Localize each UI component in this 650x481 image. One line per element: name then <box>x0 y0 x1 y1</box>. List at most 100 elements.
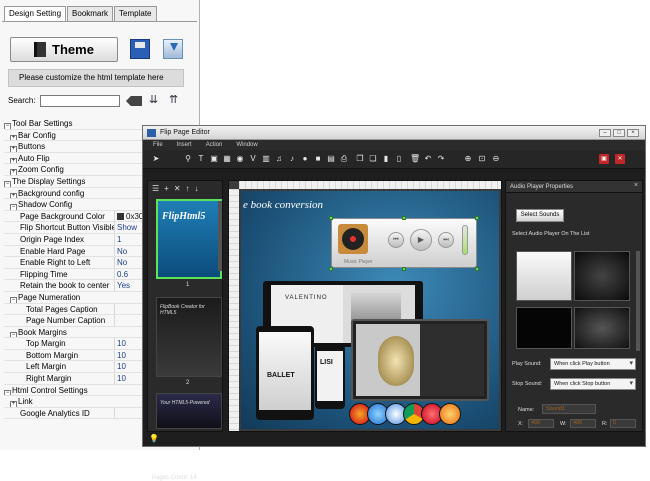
tree-row-text: Background config <box>18 188 85 198</box>
r-field[interactable]: 0 <box>610 419 636 428</box>
browser-icons <box>349 403 499 429</box>
collapse-node-icon[interactable]: − <box>10 331 17 338</box>
align-icon[interactable]: ▮ <box>381 154 391 164</box>
vinyl-disc-icon <box>338 224 368 254</box>
collapse-all-icon[interactable]: ⇈ <box>169 93 181 107</box>
select-tool-icon[interactable]: ➤ <box>151 154 161 164</box>
resize-handle[interactable] <box>329 267 333 271</box>
youtube-tool-icon[interactable]: ● <box>300 154 310 164</box>
play-sound-select[interactable]: When click Play button <box>550 358 636 370</box>
player-skin-2[interactable] <box>574 251 630 301</box>
add-page-icon[interactable]: + <box>164 184 169 193</box>
expand-node-icon[interactable]: + <box>10 169 17 175</box>
tab-design-setting[interactable]: Design Setting <box>4 6 67 22</box>
volume-slider[interactable] <box>462 225 468 255</box>
expand-node-icon[interactable]: + <box>10 192 17 199</box>
stop-sound-select[interactable]: When click Stop button <box>550 378 636 390</box>
zoom-in-icon[interactable]: ⊕ <box>463 154 473 164</box>
collapse-node-icon[interactable]: − <box>4 389 11 396</box>
image-tool-icon[interactable]: ▣ <box>209 154 219 164</box>
expand-node-icon[interactable]: + <box>10 146 17 152</box>
thumbnail-scrollbar[interactable] <box>218 201 222 271</box>
collapse-node-icon[interactable]: − <box>10 296 17 303</box>
shape-tool-icon[interactable]: ■ <box>313 154 323 164</box>
move-up-icon[interactable]: ↑ <box>186 184 190 193</box>
audio-player-tool-icon[interactable]: ♪ <box>287 154 297 164</box>
x-field[interactable]: 486 <box>528 419 554 428</box>
maximize-button[interactable]: □ <box>613 129 625 137</box>
copy-icon[interactable]: ❐ <box>355 154 365 164</box>
expand-all-icon[interactable]: ⇊ <box>149 93 161 107</box>
theme-button[interactable]: Theme <box>10 37 118 62</box>
tab-template[interactable]: Template <box>114 6 157 21</box>
page-canvas[interactable]: e book conversion ⏮ ▶ ⏭ Music Player VAL… <box>228 180 502 432</box>
redo-icon[interactable]: ↷ <box>436 154 446 164</box>
zoom-out-icon[interactable]: ⊖ <box>491 154 501 164</box>
resize-handle[interactable] <box>475 267 479 271</box>
small-phone-screen: LISI <box>317 351 343 401</box>
next-icon[interactable]: ⏭ <box>438 232 454 248</box>
video-tool-icon[interactable]: V <box>248 154 258 164</box>
music-player-widget[interactable]: ⏮ ▶ ⏭ Music Player <box>331 218 477 268</box>
player-skin-1[interactable] <box>516 251 572 301</box>
close-properties-icon[interactable]: × <box>634 182 638 189</box>
clear-search-icon[interactable] <box>126 96 142 106</box>
stop-sound-label: Stop Sound: <box>512 381 543 387</box>
menu-insert[interactable]: Insert <box>177 140 192 150</box>
import-icon[interactable] <box>163 39 183 59</box>
menu-action[interactable]: Action <box>206 140 223 150</box>
save-exit-icon[interactable]: ▣ <box>599 154 609 164</box>
audio-tool-icon[interactable]: ♫ <box>274 154 284 164</box>
tab-bookmark[interactable]: Bookmark <box>67 6 114 21</box>
select-sounds-button[interactable]: Select Sounds <box>516 209 564 222</box>
page-thumbnail-2[interactable]: FlipBook Creator for HTML5 <box>156 297 222 377</box>
button-tool-icon[interactable]: ▤ <box>326 154 336 164</box>
player-skin-4[interactable] <box>574 307 630 349</box>
tree-row-text: Total Pages Caption <box>26 304 98 314</box>
collapse-node-icon[interactable]: − <box>10 204 17 210</box>
link-tool-icon[interactable]: ⚲ <box>183 154 193 164</box>
list-icon[interactable]: ☰ <box>152 184 159 193</box>
fit-icon[interactable]: ⊡ <box>477 154 487 164</box>
delete-icon[interactable]: 🗑 <box>410 154 420 164</box>
page-thumbnail-3[interactable]: Your HTML5-Powered <box>156 393 222 429</box>
player-skin-3[interactable] <box>516 307 572 349</box>
print-tool-icon[interactable]: ⎙ <box>339 154 349 164</box>
expand-node-icon[interactable]: + <box>10 401 17 407</box>
exit-icon[interactable]: ✕ <box>615 154 625 164</box>
expand-node-icon[interactable]: + <box>10 157 17 164</box>
resize-handle[interactable] <box>329 216 333 220</box>
color-swatch[interactable] <box>117 212 124 220</box>
resize-handle[interactable] <box>402 267 406 271</box>
expand-node-icon[interactable]: + <box>10 134 17 141</box>
minimize-button[interactable]: – <box>599 129 611 137</box>
tree-row-text: Origin Page Index <box>20 234 85 244</box>
paste-icon[interactable]: ❏ <box>368 154 378 164</box>
text-tool-icon[interactable]: T <box>196 154 206 164</box>
slideshow-tool-icon[interactable]: ▥ <box>261 154 271 164</box>
w-field[interactable]: 486 <box>570 419 596 428</box>
resize-handle[interactable] <box>402 216 406 220</box>
flash-tool-icon[interactable]: ◉ <box>235 154 245 164</box>
audio-player-properties-panel: Audio Player Properties × Select Sounds … <box>505 180 643 432</box>
menu-file[interactable]: File <box>153 140 163 150</box>
play-icon[interactable]: ▶ <box>410 229 432 251</box>
distribute-icon[interactable]: ▯ <box>394 154 404 164</box>
gallery-tool-icon[interactable]: ▦ <box>222 154 232 164</box>
close-button[interactable]: × <box>627 129 639 137</box>
collapse-node-icon[interactable]: − <box>4 180 11 187</box>
undo-icon[interactable]: ↶ <box>423 154 433 164</box>
remove-page-icon[interactable]: ✕ <box>174 184 181 193</box>
page-thumbnail-1[interactable]: FlipHtml5 <box>156 199 222 279</box>
collapse-node-icon[interactable]: − <box>4 123 11 129</box>
menu-window[interactable]: Window <box>236 140 257 150</box>
resize-handle[interactable] <box>475 216 479 220</box>
previous-icon[interactable]: ⏮ <box>388 232 404 248</box>
search-input[interactable] <box>40 95 120 107</box>
page-preview[interactable]: e book conversion ⏮ ▶ ⏭ Music Player VAL… <box>241 191 499 429</box>
name-field[interactable]: Sound1 <box>542 404 596 414</box>
skins-scrollbar[interactable] <box>636 251 640 351</box>
save-icon[interactable] <box>130 39 150 59</box>
tree-row-label: Page Number Caption <box>4 315 114 326</box>
move-down-icon[interactable]: ↓ <box>195 184 199 193</box>
